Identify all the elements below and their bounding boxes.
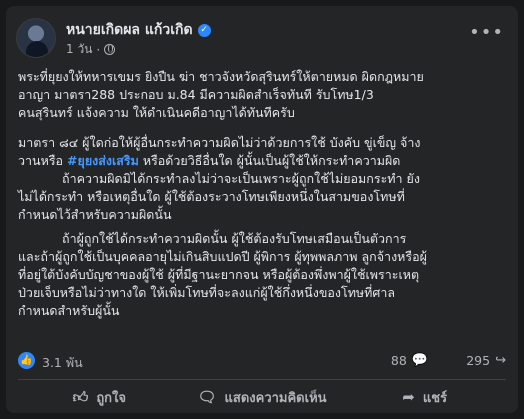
action-bar: 👍︎ ถูกใจ 🗨︎ แสดงความคิดเห็น ➦ แชร์ <box>18 384 506 410</box>
paragraph-intro: พระที่ยุยงให้ทหารเขมร ยิงปืน ฆ่า ชาวจังห… <box>18 68 506 122</box>
post-card: หนายเกิดผล แก้วเกิด ✓ 1 วัน · ••• พระที่… <box>6 6 518 413</box>
text-line: และถ้าผู้ถูกใช้เป็นบุคคลอายุไม่เกินสิบแป… <box>18 249 427 264</box>
text-line: พระที่ยุยงให้ทหารเขมร ยิงปืน ฆ่า ชาวจังห… <box>18 69 424 84</box>
like-label: ถูกใจ <box>96 390 127 406</box>
like-button[interactable]: 👍︎ ถูกใจ <box>18 384 181 410</box>
author-row: หนายเกิดผล แก้วเกิด ✓ <box>66 19 211 41</box>
text-line: ไม่ได้กระทำ หรือเหตุอื่นใด ผู้ใช้ต้องระว… <box>18 189 405 204</box>
reaction-bar: 👍 3.1 พัน 88 💬 295 ↪ <box>18 351 506 371</box>
verified-icon: ✓ <box>197 23 211 37</box>
text-line: ที่อยู่ใต้บังคับบัญชาของผู้ใช้ ผู้ที่มีฐ… <box>18 267 420 282</box>
meta-separator: · <box>96 42 101 57</box>
action-divider <box>18 379 506 380</box>
paragraph-section84: มาตรา ๘๔ ผู้ใดก่อให้ผู้อื่นกระทำความผิดไ… <box>18 134 506 170</box>
text-fragment: หรือด้วยวิธีอื่นใด ผู้นั้นเป็นผู้ใช้ให้ก… <box>138 153 401 168</box>
more-icon[interactable]: ••• <box>469 22 504 43</box>
share-label: แชร์ <box>422 390 448 406</box>
share-count-icon: ↪ <box>495 353 506 368</box>
text-line: กำหนดสำหรับผู้นั้น <box>18 303 120 318</box>
like-reaction-icon[interactable]: 👍 <box>18 352 35 369</box>
text-line: คนสุรินทร์ แจ้งความ ให้ดำเนินคดีอาญาได้ท… <box>18 105 295 120</box>
author-avatar[interactable] <box>16 18 56 58</box>
share-icon: ➦ <box>402 388 415 406</box>
share-count: 295 <box>466 353 491 368</box>
paragraph-section84-2: ถ้าความผิดมิได้กระทำลงไม่ว่าจะเป็นเพราะผ… <box>18 170 506 224</box>
post-meta: 1 วัน · <box>66 40 116 59</box>
comment-count-group[interactable]: 88 💬 <box>391 353 428 368</box>
comment-count: 88 <box>390 353 407 368</box>
thumbs-up-icon: 👍︎ <box>72 387 89 406</box>
author-name[interactable]: หนายเกิดผล แก้วเกิด <box>66 19 193 41</box>
text-line: กำหนดไว้สำหรับความผิดนั้น <box>18 207 172 222</box>
post-time[interactable]: 1 วัน <box>66 40 92 59</box>
share-count-group[interactable]: 295 ↪ <box>466 353 506 368</box>
post-body: พระที่ยุยงให้ทหารเขมร ยิงปืน ฆ่า ชาวจังห… <box>18 68 506 332</box>
comment-icon: 🗨︎ <box>197 388 217 406</box>
text-line: ถ้าผู้ถูกใช้ได้กระทำความผิดนั้น ผู้ใช้ต้… <box>62 231 407 246</box>
text-fragment: วานหรือ <box>18 153 68 168</box>
text-line: ถ้าความผิดมิได้กระทำลงไม่ว่าจะเป็นเพราะผ… <box>62 171 420 186</box>
text-line: อาญา มาตรา288 ประกอบ ม.84 มีความผิดสำเร็… <box>18 87 374 102</box>
text-line: มาตรา ๘๔ ผู้ใดก่อให้ผู้อื่นกระทำความผิดไ… <box>18 135 421 150</box>
text-line: ป่วยเจ็บหรือไม่ว่าทางใด ให้เพิ่มโทษที่จะ… <box>18 285 396 300</box>
comment-button[interactable]: 🗨︎ แสดงความคิดเห็น <box>181 384 344 410</box>
comment-label: แสดงความคิดเห็น <box>224 390 327 406</box>
share-button[interactable]: ➦ แชร์ <box>343 384 506 410</box>
globe-icon <box>104 44 116 55</box>
comment-count-icon: 💬 <box>411 353 428 368</box>
reaction-count[interactable]: 3.1 พัน <box>42 353 83 373</box>
post-header: หนายเกิดผล แก้วเกิด ✓ 1 วัน · ••• <box>16 16 508 60</box>
hashtag-link[interactable]: #ยุยงส่งเสริม <box>67 153 139 168</box>
paragraph-section84-3: ถ้าผู้ถูกใช้ได้กระทำความผิดนั้น ผู้ใช้ต้… <box>18 230 506 320</box>
